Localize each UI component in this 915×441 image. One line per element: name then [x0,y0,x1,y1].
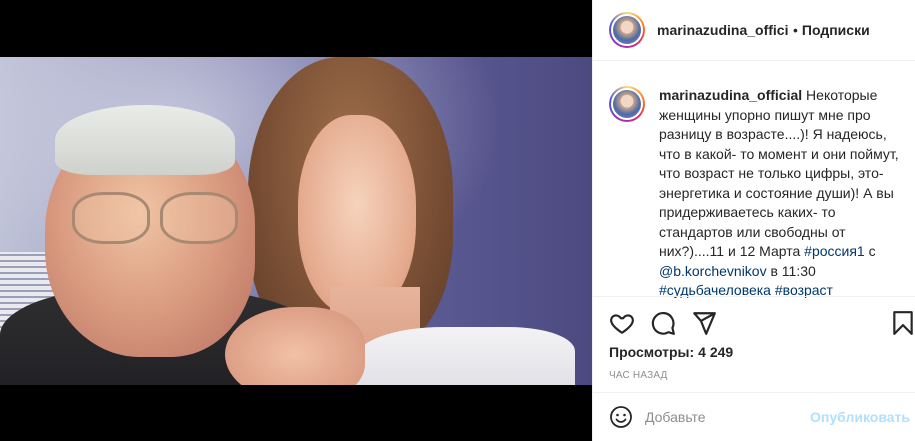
post-timestamp[interactable]: ЧАС НАЗАД [609,370,668,381]
avatar[interactable] [609,12,645,48]
heart-icon[interactable] [609,310,635,336]
caption-body-3: в 11:30 [766,262,816,279]
post-header: marinazudina_official • Подписки [593,0,915,61]
video-figure-man-hair [55,105,235,175]
video-figure-glasses-left [72,192,150,244]
views-number: 4 249 [698,344,734,360]
caption-username-link[interactable]: marinazudina_official [659,87,802,103]
comment-icon[interactable] [650,310,676,336]
views-count[interactable]: Просмотры: 4 249 [609,344,733,360]
video-figure-woman-face [298,115,416,315]
post-media [0,0,592,441]
mention-link[interactable]: @b.korchevnikov [659,263,767,279]
header-separator: • [793,22,798,38]
smiley-icon[interactable] [609,405,633,429]
caption-avatar[interactable] [609,86,645,122]
publish-button[interactable]: Опубликовать [810,409,910,425]
views-label: Просмотры: [609,344,695,360]
post-side-panel: marinazudina_official • Подписки marinaz… [592,0,915,441]
caption-avatar-image [611,88,643,120]
action-bar: Просмотры: 4 249 ЧАС НАЗАД [593,296,915,386]
post-caption: marinazudina_official Некоторые женщины … [609,86,909,301]
comment-bar: Опубликовать [593,392,915,441]
video-player[interactable] [0,57,592,385]
hashtag-link[interactable]: #россия1 [804,243,865,259]
caption-text: marinazudina_official Некоторые женщины … [659,86,909,301]
video-figure-glasses-right [160,192,238,244]
following-button[interactable]: Подписки [802,22,870,38]
header-username-link[interactable]: marinazudina_official [657,22,789,38]
caption-body-1: Некоторые женщины упорно пишут мне про р… [659,87,899,259]
paper-plane-icon[interactable] [691,310,717,336]
caption-body-2: с [864,243,876,259]
comment-input[interactable] [645,409,795,425]
video-figure-woman-top [355,327,575,385]
avatar-image [611,14,643,46]
bookmark-icon[interactable] [890,310,915,336]
